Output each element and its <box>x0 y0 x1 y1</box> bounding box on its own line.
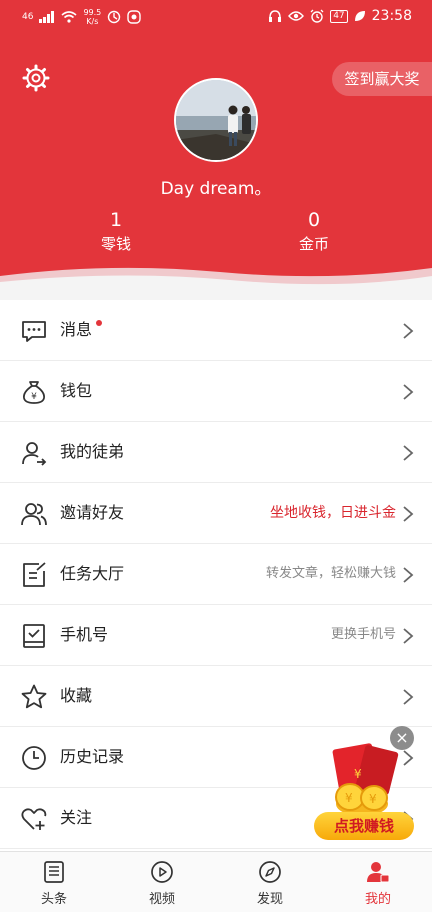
avatar[interactable] <box>174 78 258 162</box>
chevron-right-icon <box>403 506 414 522</box>
svg-text:¥: ¥ <box>354 767 362 781</box>
leaf-icon <box>354 11 365 21</box>
svg-text:¥: ¥ <box>31 392 37 402</box>
profile-header: 46 99.5 K/s 47 23:58 签到赢大奖 Day dream。 1 … <box>0 0 432 290</box>
clock-icon <box>22 746 46 770</box>
tab-label: 视频 <box>148 892 175 907</box>
chevron-right-icon <box>403 628 414 644</box>
status-time: 23:58 <box>371 8 412 24</box>
status-right: 47 23:58 <box>268 8 412 24</box>
signal-icon <box>39 11 55 23</box>
menu-item-label: 历史记录 <box>60 747 125 766</box>
svg-text:¥: ¥ <box>345 791 353 805</box>
balance-value: 1 <box>109 209 123 231</box>
tab-video[interactable]: 视频 <box>108 852 216 912</box>
menu-item-favorites[interactable]: 收藏 <box>0 666 432 727</box>
checkin-button[interactable]: 签到赢大奖 <box>332 62 432 96</box>
menu-item-label: 消息 <box>60 320 93 339</box>
star-icon <box>21 684 47 709</box>
menu-item-hint: 坐地收钱，日进斗金 <box>270 505 396 521</box>
app-notification-icon <box>108 10 121 24</box>
promo-close-button[interactable]: × <box>390 726 414 750</box>
chevron-right-icon <box>403 567 414 583</box>
menu-item-hint: 转发文章，轻松赚大钱 <box>265 566 396 581</box>
menu-item-label: 手机号 <box>60 625 109 644</box>
balance-label: 零钱 <box>100 235 131 253</box>
earn-money-promo[interactable]: ¥ ¥ ¥ × 点我赚钱 <box>312 726 422 842</box>
profile-icon <box>367 862 390 883</box>
signal-strength: 46 <box>22 12 34 22</box>
tab-mine[interactable]: 我的 <box>324 852 432 912</box>
menu-item-phone[interactable]: 手机号 更换手机号 <box>0 605 432 666</box>
money-bag-icon: ¥ <box>23 381 45 404</box>
tab-discover[interactable]: 发现 <box>216 852 324 912</box>
status-left: 46 99.5 K/s <box>22 8 141 26</box>
menu-item-label: 钱包 <box>60 381 93 400</box>
menu-item-label: 邀请好友 <box>60 503 125 522</box>
menu-item-label: 关注 <box>60 808 93 827</box>
tab-label: 头条 <box>40 892 67 907</box>
header-wave <box>0 267 432 290</box>
apprentice-icon <box>22 442 47 466</box>
menu-item-label: 我的徒弟 <box>60 442 125 461</box>
menu-item-hint: 更换手机号 <box>330 627 396 642</box>
compass-icon <box>259 861 281 883</box>
menu-item-task-hall[interactable]: 任务大厅 转发文章，轻松赚大钱 <box>0 544 432 605</box>
net-speed: 99.5 K/s <box>83 8 101 26</box>
chevron-right-icon <box>403 384 414 400</box>
heart-plus-icon <box>21 808 47 830</box>
promo-label[interactable]: 点我赚钱 <box>314 812 414 840</box>
username[interactable]: Day dream。 <box>0 174 432 199</box>
net-speed-value: 99.5 <box>83 8 102 17</box>
stat-balance[interactable]: 1 零钱 <box>46 208 186 256</box>
menu-item-label: 收藏 <box>60 686 93 705</box>
menu-item-label: 任务大厅 <box>60 564 125 583</box>
menu-item-apprentices[interactable]: 我的徒弟 <box>0 422 432 483</box>
coins-value: 0 <box>307 209 321 231</box>
task-icon <box>23 562 46 587</box>
svg-text:¥: ¥ <box>369 792 377 806</box>
eye-icon <box>288 11 305 21</box>
stat-coins[interactable]: 0 金币 <box>244 208 384 256</box>
invite-icon <box>21 503 47 526</box>
battery-level: 47 <box>330 9 348 23</box>
video-icon <box>151 861 173 883</box>
menu-item-invite[interactable]: 邀请好友 坐地收钱，日进斗金 <box>0 483 432 544</box>
message-icon <box>22 321 46 342</box>
phone-icon <box>23 624 45 648</box>
tab-label: 发现 <box>256 892 283 907</box>
net-speed-unit: K/s <box>86 17 99 26</box>
alarm-icon <box>310 9 324 23</box>
menu-item-messages[interactable]: 消息 <box>0 300 432 361</box>
wifi-icon <box>61 11 77 23</box>
tab-label: 我的 <box>364 892 391 907</box>
unread-dot <box>96 320 102 326</box>
status-bar: 46 99.5 K/s 47 23:58 <box>0 0 432 34</box>
menu-item-wallet[interactable]: ¥ 钱包 <box>0 361 432 422</box>
chevron-right-icon <box>403 445 414 461</box>
settings-gear-icon[interactable] <box>22 64 50 92</box>
news-icon <box>44 861 64 883</box>
avatar-photo <box>176 80 256 160</box>
coins-label: 金币 <box>298 235 329 253</box>
tab-news[interactable]: 头条 <box>0 852 108 912</box>
chevron-right-icon <box>403 323 414 339</box>
chevron-right-icon <box>403 689 414 705</box>
app-notification-icon-2 <box>127 10 141 24</box>
bottom-tab-bar: 头条 视频 发现 我的 <box>0 851 432 912</box>
headphone-icon <box>269 10 282 22</box>
